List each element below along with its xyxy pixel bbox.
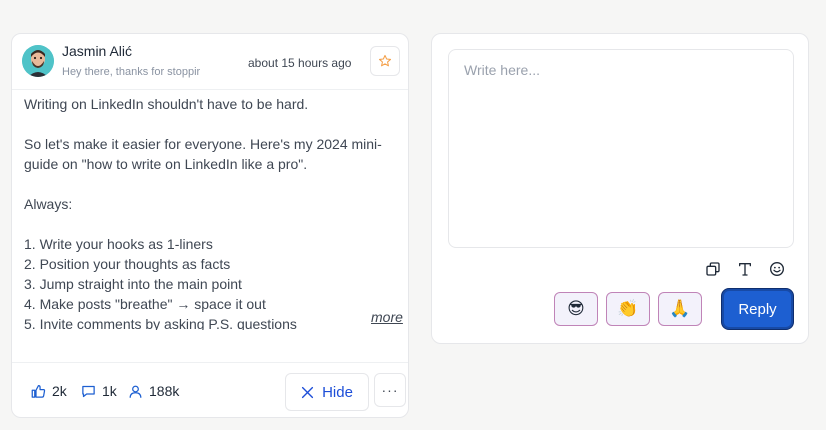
person-icon <box>129 385 142 398</box>
more-options-button[interactable]: ··· <box>374 373 406 407</box>
comments-value: 1k <box>102 383 117 399</box>
copy-icon <box>706 262 720 276</box>
emoji-clap: 👏 <box>617 298 639 319</box>
hide-button[interactable]: Hide <box>285 373 369 411</box>
favorite-button[interactable] <box>370 46 400 76</box>
reach-value: 188k <box>149 383 180 399</box>
see-more-link[interactable]: more <box>367 309 403 325</box>
likes-value: 2k <box>52 383 67 399</box>
thumbs-up-icon <box>31 384 46 398</box>
emoji-picker-button[interactable] <box>768 260 786 278</box>
smiley-icon <box>770 262 784 276</box>
reply-button[interactable]: Reply <box>722 289 793 329</box>
comment-icon <box>82 385 95 397</box>
emoji-sunglasses-button[interactable]: 😎 <box>554 292 598 326</box>
avatar[interactable] <box>22 45 54 77</box>
post-timestamp: about 15 hours ago <box>248 56 352 70</box>
star-icon <box>378 54 392 67</box>
reply-input[interactable] <box>448 49 794 248</box>
likes-count[interactable]: 2k <box>31 383 67 399</box>
comments-count[interactable]: 1k <box>81 383 117 399</box>
post-body: Writing on LinkedIn shouldn't have to be… <box>24 94 396 330</box>
reach-count[interactable]: 188k <box>128 383 179 399</box>
author-subtitle: Hey there, thanks for stoppir <box>62 66 201 78</box>
post-header: Jasmin Alić Hey there, thanks for stoppi… <box>12 34 408 90</box>
text-format-button[interactable] <box>736 260 754 278</box>
post-card: Jasmin Alić Hey there, thanks for stoppi… <box>11 33 409 418</box>
emoji-sunglasses: 😎 <box>567 298 585 319</box>
copy-button[interactable] <box>704 260 722 278</box>
reply-card: 😎 👏 🙏 Reply <box>431 33 809 344</box>
author-name[interactable]: Jasmin Alić <box>62 43 132 59</box>
close-icon <box>301 386 314 398</box>
text-format-icon <box>739 263 751 276</box>
emoji-pray: 🙏 <box>669 298 691 319</box>
post-footer: 2k 1k 188k Hide ··· <box>12 362 408 418</box>
hide-label: Hide <box>322 383 353 401</box>
emoji-clap-button[interactable]: 👏 <box>606 292 650 326</box>
emoji-pray-button[interactable]: 🙏 <box>658 292 702 326</box>
post-text: Writing on LinkedIn shouldn't have to be… <box>24 96 382 330</box>
